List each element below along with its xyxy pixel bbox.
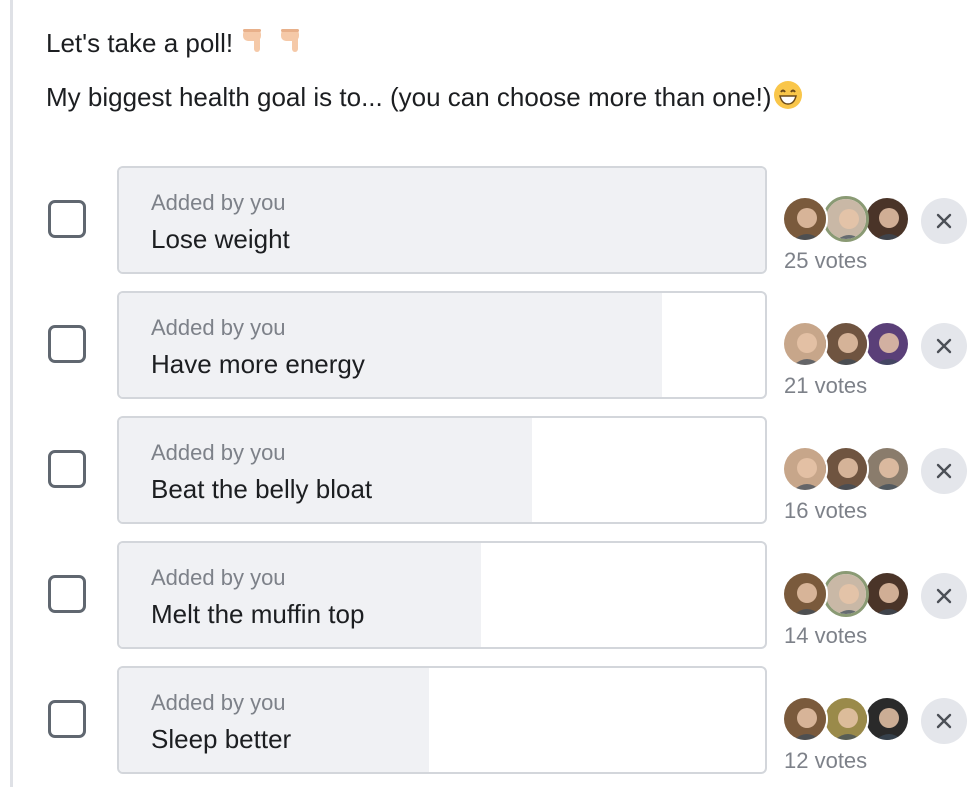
remove-option-button[interactable] bbox=[921, 698, 967, 744]
poll-option-added-by: Added by you bbox=[151, 690, 286, 715]
avatar bbox=[782, 196, 828, 242]
post-line-1: Let's take a poll! bbox=[46, 24, 804, 64]
poll-option-added-by: Added by you bbox=[151, 190, 286, 215]
close-icon bbox=[936, 338, 952, 354]
remove-option-button[interactable] bbox=[921, 573, 967, 619]
poll-option-checkbox[interactable] bbox=[48, 325, 86, 363]
poll-option-checkbox[interactable] bbox=[48, 700, 86, 738]
poll-option: Added by you Melt the muffin top 14 votes bbox=[0, 541, 967, 651]
backhand-index-pointing-down-icon bbox=[240, 26, 270, 64]
poll-option-added-by: Added by you bbox=[151, 565, 286, 590]
poll-option-label: Sleep better bbox=[151, 724, 292, 754]
avatar bbox=[823, 696, 869, 742]
avatar bbox=[782, 321, 828, 367]
close-icon bbox=[936, 588, 952, 604]
close-icon bbox=[936, 213, 952, 229]
avatar bbox=[864, 321, 910, 367]
poll-option-label: Have more energy bbox=[151, 349, 365, 379]
remove-option-button[interactable] bbox=[921, 323, 967, 369]
post-line-1-text: Let's take a poll! bbox=[46, 28, 234, 58]
poll-option-voters[interactable] bbox=[782, 321, 912, 369]
poll-option: Added by you Have more energy 21 votes bbox=[0, 291, 967, 401]
poll-option-result-fill bbox=[119, 418, 532, 522]
avatar bbox=[864, 571, 910, 617]
poll-option-checkbox[interactable] bbox=[48, 575, 86, 613]
avatar bbox=[864, 696, 910, 742]
poll-option-label: Lose weight bbox=[151, 224, 290, 254]
poll-option-checkbox[interactable] bbox=[48, 200, 86, 238]
poll-option-vote-count[interactable]: 12 votes bbox=[784, 748, 867, 774]
avatar bbox=[864, 196, 910, 242]
poll-option-label: Beat the belly bloat bbox=[151, 474, 373, 504]
avatar bbox=[782, 696, 828, 742]
avatar bbox=[823, 571, 869, 617]
poll-option-bar[interactable]: Added by you Lose weight bbox=[117, 166, 767, 274]
poll-option-vote-count[interactable]: 25 votes bbox=[784, 248, 867, 274]
avatar bbox=[782, 571, 828, 617]
post-line-2-text: My biggest health goal is to... (you can… bbox=[46, 82, 772, 113]
poll-option: Added by you Lose weight 25 votes bbox=[0, 166, 967, 276]
post-line-2: My biggest health goal is to... (you can… bbox=[46, 78, 804, 120]
poll-option-voters[interactable] bbox=[782, 571, 912, 619]
poll-option-checkbox[interactable] bbox=[48, 450, 86, 488]
poll-option-voters[interactable] bbox=[782, 196, 912, 244]
avatar bbox=[823, 446, 869, 492]
poll-option-bar[interactable]: Added by you Melt the muffin top bbox=[117, 541, 767, 649]
poll-option-added-by: Added by you bbox=[151, 315, 286, 340]
poll-option-result-fill bbox=[119, 168, 765, 272]
grinning-face-icon bbox=[772, 78, 804, 120]
poll-option-added-by: Added by you bbox=[151, 440, 286, 465]
poll-option-bar[interactable]: Added by you Beat the belly bloat bbox=[117, 416, 767, 524]
avatar bbox=[782, 446, 828, 492]
poll-option-voters[interactable] bbox=[782, 446, 912, 494]
poll-option-label: Melt the muffin top bbox=[151, 599, 365, 629]
poll-option-vote-count[interactable]: 14 votes bbox=[784, 623, 867, 649]
avatar bbox=[823, 321, 869, 367]
close-icon bbox=[936, 463, 952, 479]
poll-option-result-fill bbox=[119, 293, 662, 397]
poll-option-bar[interactable]: Added by you Sleep better bbox=[117, 666, 767, 774]
poll-option: Added by you Beat the belly bloat 16 votes bbox=[0, 416, 967, 526]
poll-option: Added by you Sleep better 12 votes bbox=[0, 666, 967, 776]
poll-option-voters[interactable] bbox=[782, 696, 912, 744]
close-icon bbox=[936, 713, 952, 729]
remove-option-button[interactable] bbox=[921, 198, 967, 244]
poll-option-bar[interactable]: Added by you Have more energy bbox=[117, 291, 767, 399]
poll-option-result-fill bbox=[119, 668, 429, 772]
avatar bbox=[864, 446, 910, 492]
poll-option-vote-count[interactable]: 21 votes bbox=[784, 373, 867, 399]
poll-option-result-fill bbox=[119, 543, 481, 647]
backhand-index-pointing-down-icon bbox=[278, 26, 308, 64]
avatar bbox=[823, 196, 869, 242]
remove-option-button[interactable] bbox=[921, 448, 967, 494]
poll-option-vote-count[interactable]: 16 votes bbox=[784, 498, 867, 524]
post-text: Let's take a poll! My biggest health goa… bbox=[46, 24, 804, 134]
